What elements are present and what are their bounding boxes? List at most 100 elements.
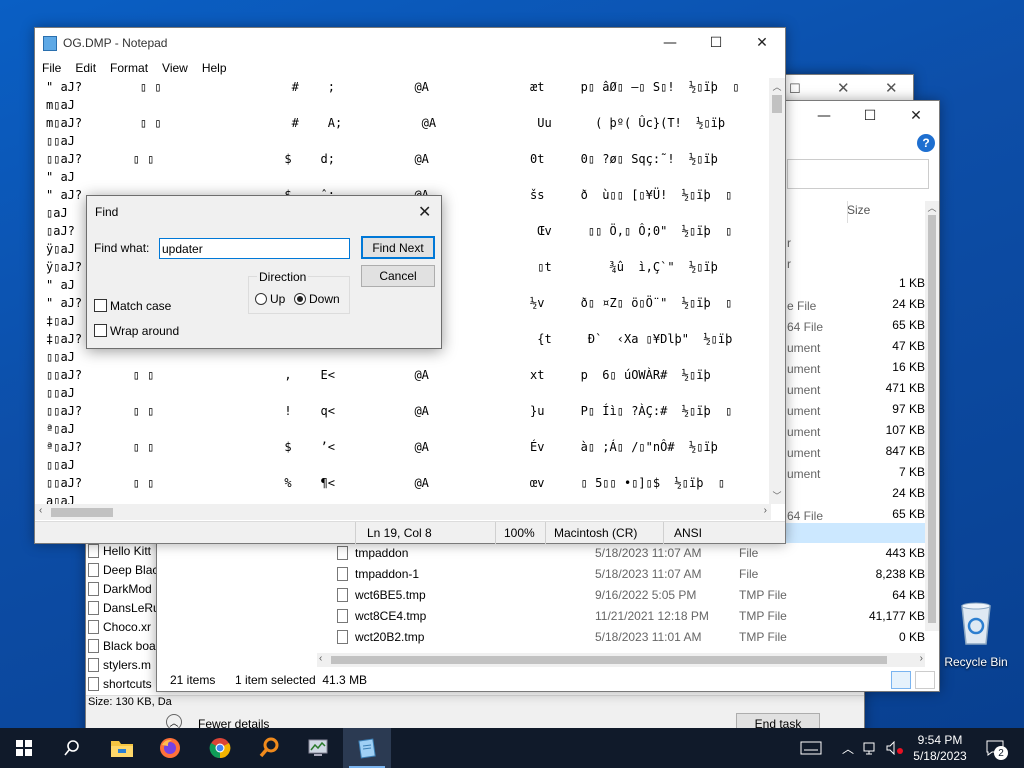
menu-help[interactable]: Help	[195, 58, 234, 78]
task-manager-taskbar-button[interactable]	[294, 728, 342, 768]
partial-type-cell: ument	[787, 467, 821, 481]
close-icon[interactable]: ✕	[885, 79, 898, 97]
windows-logo-icon	[16, 740, 32, 756]
file-name: wct20B2.tmp	[355, 630, 425, 644]
chrome-taskbar-button[interactable]	[196, 728, 244, 768]
menu-edit[interactable]: Edit	[68, 58, 103, 78]
list-item[interactable]: DarkMod	[88, 579, 158, 598]
table-row[interactable]: wct20B2.tmp 5/18/2023 11:01 AM TMP File 0 K…	[333, 627, 929, 648]
file-date: 5/18/2023 11:07 AM	[595, 567, 702, 581]
direction-group: Direction Up Down	[248, 270, 350, 314]
partial-size-cell: 24 KB	[892, 297, 925, 311]
scroll-up-icon[interactable]: ︿	[769, 80, 785, 93]
text-line: a▯aJ	[46, 494, 75, 504]
scroll-right-icon[interactable]: ›	[764, 505, 767, 516]
search-button[interactable]	[48, 728, 96, 768]
scroll-thumb[interactable]	[928, 215, 936, 623]
file-type: TMP File	[739, 609, 787, 623]
table-row[interactable]: tmpaddon-1 5/18/2023 11:07 AM File 8,238 KB	[333, 564, 929, 585]
recycle-bin-shortcut[interactable]: Recycle Bin	[940, 600, 1012, 669]
network-icon[interactable]	[860, 728, 882, 768]
vertical-scrollbar[interactable]: ︿ ﹀	[769, 78, 785, 504]
file-type: TMP File	[739, 630, 787, 644]
file-list: tmpaddon 5/18/2023 11:07 AM File 443 KB tmpa…	[333, 543, 929, 648]
notification-center-button[interactable]: 2	[980, 728, 1010, 768]
keyboard-icon[interactable]	[796, 728, 826, 768]
chevron-up-icon[interactable]: ︿	[838, 728, 858, 768]
notepad-taskbar-button[interactable]	[343, 728, 391, 768]
scroll-left-icon[interactable]: ‹	[39, 505, 42, 516]
table-row[interactable]: wct6BE5.tmp 9/16/2022 5:05 PM TMP File 64 K…	[333, 585, 929, 606]
list-item[interactable]: Choco.xr	[88, 617, 158, 636]
minimize-icon[interactable]: —	[801, 101, 847, 131]
status-text: Size: 130 KB, Da	[88, 696, 172, 708]
direction-down-radio[interactable]	[294, 293, 306, 305]
scroll-right-icon[interactable]: ›	[920, 653, 923, 664]
close-icon[interactable]: ✕	[893, 101, 939, 131]
notepad-icon	[358, 738, 376, 759]
firefox-taskbar-button[interactable]	[146, 728, 194, 768]
start-button[interactable]	[0, 728, 48, 768]
horizontal-scrollbar[interactable]: ‹ ›	[35, 504, 771, 520]
list-item[interactable]: Black boa	[88, 636, 158, 655]
notification-count-badge: 2	[994, 746, 1008, 760]
horizontal-scrollbar[interactable]: ‹ ›	[317, 653, 925, 667]
size-column-partial: 1 KB 24 KB 65 KB 47 KB 16 KB 471 KB 97 KB 107 K…	[847, 273, 925, 546]
maximize-icon[interactable]: ☐	[789, 81, 801, 97]
menu-file[interactable]: File	[35, 58, 68, 78]
file-icon	[88, 638, 99, 653]
dialog-title: Find	[95, 205, 119, 219]
clock[interactable]: 9:54 PM 5/18/2023	[908, 728, 972, 768]
file-date: 5/18/2023 11:07 AM	[595, 546, 702, 560]
text-line: " aJ	[46, 170, 75, 184]
search-box[interactable]	[787, 159, 929, 189]
list-item[interactable]: shortcuts	[88, 674, 158, 693]
partial-size-cell: 107 KB	[885, 423, 925, 437]
help-icon[interactable]: ?	[917, 134, 935, 152]
find-what-input[interactable]	[159, 238, 350, 259]
menu-view[interactable]: View	[155, 58, 195, 78]
partial-type-cell: r	[787, 236, 791, 250]
tiles-view-icon[interactable]	[915, 671, 935, 689]
zoom-level: 100%	[504, 526, 535, 540]
partial-type-cell: ument	[787, 446, 821, 460]
scroll-thumb[interactable]	[51, 508, 113, 517]
partial-size-cell: 65 KB	[892, 507, 925, 521]
scroll-left-icon[interactable]: ‹	[319, 653, 322, 664]
cancel-button[interactable]: Cancel	[361, 265, 435, 287]
list-item[interactable]: stylers.m	[88, 655, 158, 674]
column-header-size[interactable]: Size	[847, 203, 870, 217]
direction-up-radio[interactable]	[255, 293, 267, 305]
file-size: 64 KB	[892, 588, 925, 602]
close-icon[interactable]: ✕	[739, 28, 785, 58]
list-item[interactable]: Deep Blac	[88, 560, 158, 579]
vertical-scrollbar[interactable]: ︿	[925, 201, 939, 631]
minimize-icon[interactable]: —	[647, 28, 693, 58]
find-next-button[interactable]: Find Next	[361, 236, 435, 259]
file-explorer-taskbar-button[interactable]	[98, 728, 146, 768]
scroll-thumb[interactable]	[331, 656, 887, 664]
maximize-icon[interactable]: ☐	[847, 101, 893, 131]
wrap-around-checkbox[interactable]	[94, 324, 107, 337]
match-case-checkbox[interactable]	[94, 299, 107, 312]
clock-time: 9:54 PM	[917, 733, 963, 747]
maximize-icon[interactable]: ☐	[693, 28, 739, 58]
close-icon[interactable]: ✕	[418, 202, 431, 222]
menu-format[interactable]: Format	[103, 58, 155, 78]
search-tool-taskbar-button[interactable]	[245, 728, 293, 768]
partial-size-cell: 847 KB	[885, 444, 925, 458]
text-line: " aJ	[46, 278, 75, 292]
text-line: ▯▯aJ? ▯ ▯ , E< @A xt p 6▯ úOWÀR# ½▯ïþ	[46, 368, 711, 382]
scroll-up-icon[interactable]: ︿	[925, 201, 939, 214]
close-icon[interactable]: ✕	[837, 79, 850, 97]
volume-muted-icon[interactable]	[884, 728, 906, 768]
scroll-down-icon[interactable]: ﹀	[769, 489, 785, 502]
task-manager-statusbar: Size: 130 KB, Da	[86, 695, 864, 709]
details-view-icon[interactable]	[891, 671, 911, 689]
partial-type-cell: ument	[787, 341, 821, 355]
table-row[interactable]: wct8CE4.tmp 11/21/2021 12:18 PM TMP File 41…	[333, 606, 929, 627]
list-item[interactable]: DansLeRu	[88, 598, 158, 617]
scroll-thumb[interactable]	[772, 95, 782, 113]
file-icon	[337, 609, 348, 623]
table-row[interactable]: tmpaddon 5/18/2023 11:07 AM File 443 KB	[333, 543, 929, 564]
